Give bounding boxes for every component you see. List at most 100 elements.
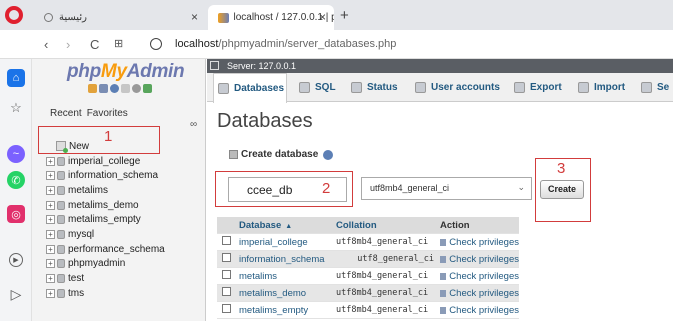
database-icon (57, 259, 65, 269)
databases-icon (218, 83, 229, 94)
tab-databases[interactable]: Databases (213, 73, 287, 103)
tree-item-label: metalims_empty (68, 214, 141, 226)
header-collation[interactable]: Collation (336, 220, 440, 231)
table-row: metalims_demo utf8mb4_general_ci Check p… (217, 285, 519, 302)
collation-cell: utf8_general_ci (357, 254, 434, 264)
tab-user-accounts[interactable]: User accounts (411, 73, 500, 102)
expand-icon[interactable]: + (46, 288, 55, 298)
check-privileges-link[interactable]: Check privileges (440, 305, 519, 316)
check-privileges-link[interactable]: Check privileges (440, 288, 519, 299)
tab-status[interactable]: Status (347, 73, 398, 102)
expand-icon[interactable]: + (46, 244, 55, 254)
tab-settings[interactable]: Se (637, 73, 669, 102)
tab-sql[interactable]: SQL (295, 73, 336, 102)
database-link[interactable]: information_schema (239, 254, 336, 265)
row-checkbox-cell (217, 304, 239, 316)
database-link[interactable]: metalims_empty (239, 305, 336, 316)
messenger-icon[interactable]: ~ (7, 145, 25, 163)
table-header: Database ▲ Collation Action (217, 217, 519, 234)
database-link[interactable]: imperial_college (239, 237, 336, 248)
instagram-icon[interactable]: ◎ (7, 205, 25, 223)
row-checkbox-cell (217, 287, 239, 299)
privileges-icon (440, 272, 447, 280)
tree-item-database[interactable]: + metalims (46, 183, 165, 198)
tree-item-database[interactable]: + tms (46, 286, 165, 301)
forward-icon[interactable]: › (66, 37, 70, 52)
tab-export[interactable]: Export (510, 73, 562, 102)
check-privileges-link[interactable]: Check privileges (440, 237, 519, 248)
tab-close-icon[interactable]: × (319, 10, 326, 24)
tree-item-database[interactable]: + metalims_empty (46, 212, 165, 227)
tree-item-database[interactable]: + information_schema (46, 168, 165, 183)
speed-dial-icon[interactable]: ⊞ (114, 37, 123, 50)
expand-icon[interactable]: + (46, 200, 55, 210)
opera-logo-icon[interactable] (5, 6, 23, 24)
player-icon[interactable]: ▶ (9, 253, 23, 267)
row-checkbox[interactable] (222, 270, 231, 279)
tab-close-icon[interactable]: × (191, 10, 198, 24)
whatsapp-icon[interactable]: ✆ (7, 171, 25, 189)
tab-label: Databases (234, 83, 285, 94)
back-icon[interactable]: ‹ (44, 37, 48, 52)
url-field[interactable]: localhost/phpmyadmin/server_databases.ph… (175, 38, 396, 50)
expand-icon[interactable]: + (46, 185, 55, 195)
tree-item-label: mysql (68, 228, 95, 240)
expand-icon[interactable]: + (46, 274, 55, 284)
globe-icon (44, 13, 53, 22)
site-info-icon[interactable] (150, 38, 162, 50)
expand-icon[interactable]: + (46, 171, 55, 181)
docs-icon[interactable] (121, 84, 130, 93)
expand-icon[interactable]: + (46, 215, 55, 225)
expand-icon[interactable]: + (46, 259, 55, 269)
tree-item-database[interactable]: + metalims_demo (46, 198, 165, 213)
favorites-tab[interactable]: Favorites (87, 108, 128, 119)
tab-import[interactable]: Import (574, 73, 625, 102)
recent-tab[interactable]: Recent (50, 108, 82, 119)
header-label: Database (239, 219, 282, 231)
browser-tab-inactive[interactable]: رئيسية × (34, 5, 206, 30)
check-privileges-link[interactable]: Check privileges (440, 254, 519, 265)
chevron-down-icon: ⌄ (517, 182, 525, 192)
expand-icon[interactable]: + (46, 229, 55, 239)
row-checkbox[interactable] (222, 304, 231, 313)
home-icon[interactable] (88, 84, 97, 93)
tree-item-label: tms (68, 287, 85, 299)
tree-item-database[interactable]: + phpmyadmin (46, 257, 165, 272)
header-database[interactable]: Database ▲ (239, 220, 336, 231)
star-icon[interactable]: ☆ (7, 99, 25, 117)
database-link[interactable]: metalims (239, 271, 336, 282)
flow-icon[interactable]: ▷ (7, 285, 25, 303)
database-link[interactable]: metalims_demo (239, 288, 336, 299)
collapse-nav-icon[interactable] (210, 61, 219, 70)
tree-item-database[interactable]: + imperial_college (46, 154, 165, 169)
tab-label: Import (594, 82, 626, 93)
link-chain-icon[interactable]: ∞ (190, 119, 197, 130)
browser-tab-active[interactable]: localhost / 127.0.0.1 | phpM × (208, 5, 334, 30)
row-checkbox[interactable] (222, 287, 231, 296)
tree-item-database[interactable]: + performance_schema (46, 242, 165, 257)
status-icon (351, 82, 362, 93)
tree-item-database[interactable]: + mysql (46, 227, 165, 242)
server-label[interactable]: Server: 127.0.0.1 (227, 61, 296, 71)
expand-icon[interactable]: + (46, 156, 55, 166)
collation-select[interactable]: utf8mb4_general_ci ⌄ (361, 177, 532, 200)
privileges-icon (440, 238, 447, 246)
settings-icon[interactable] (132, 84, 141, 93)
help-icon[interactable] (323, 149, 334, 160)
tree-item-database[interactable]: + test (46, 271, 165, 286)
logout-icon[interactable] (99, 84, 108, 93)
row-checkbox[interactable] (222, 236, 231, 245)
phpmyadmin-logo[interactable]: phpMyAdmin (67, 61, 185, 83)
browser-tab-bar: رئيسية × localhost / 127.0.0.1 | phpM × … (0, 0, 673, 30)
collation-cell: utf8mb4_general_ci (336, 271, 429, 281)
database-icon (57, 185, 65, 195)
tree-item-label: phpmyadmin (68, 258, 126, 270)
workspace-icon[interactable]: ⌂ (7, 69, 25, 87)
database-icon (57, 215, 65, 225)
reload-icon[interactable]: C (90, 37, 99, 52)
help-icon[interactable] (110, 84, 119, 93)
new-tab-plus-icon[interactable]: + (340, 7, 349, 24)
check-privileges-link[interactable]: Check privileges (440, 271, 519, 282)
reload-nav-icon[interactable] (143, 84, 152, 93)
row-checkbox[interactable] (222, 253, 231, 262)
